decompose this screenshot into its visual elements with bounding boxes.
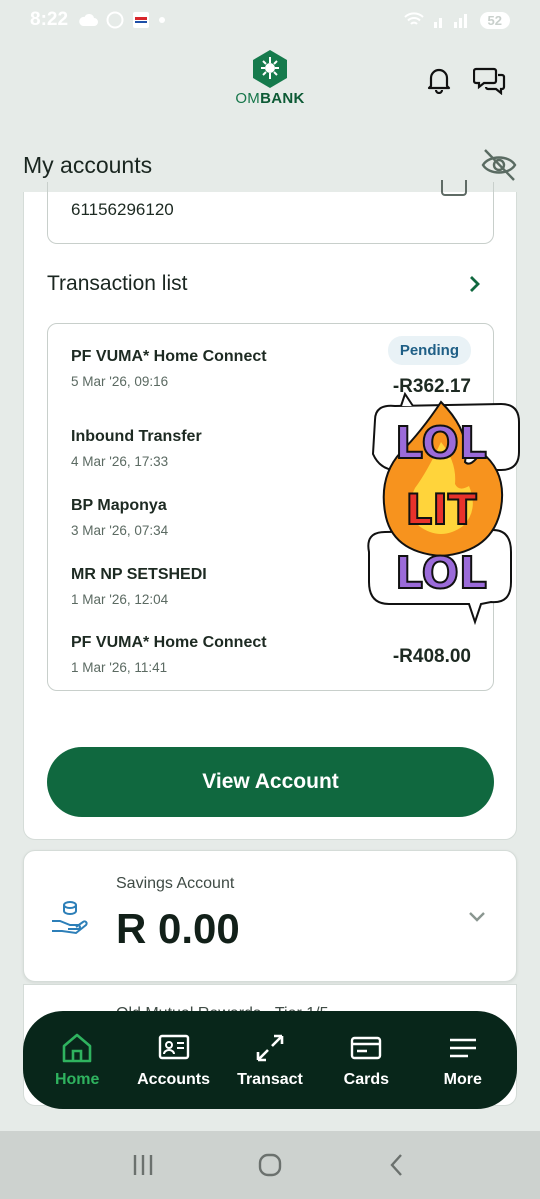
cloud-icon <box>79 13 99 26</box>
chat-icon <box>473 67 506 95</box>
eye-off-icon <box>481 149 517 181</box>
nav-accounts[interactable]: Accounts <box>128 1031 220 1089</box>
home-icon <box>62 1033 92 1063</box>
transaction-row[interactable]: PF VUMA* Home Connect 5 Mar '26, 09:16 P… <box>71 336 471 397</box>
sticker-text-middle: LIT <box>405 485 476 534</box>
nav-cards[interactable]: Cards <box>320 1031 412 1089</box>
brand-suffix: BANK <box>260 90 305 107</box>
sticker-text-bottom: LOL <box>395 548 487 599</box>
battery-indicator: 52 <box>479 11 510 29</box>
nav-accounts-label: Accounts <box>137 1071 211 1088</box>
savings-label: Savings Account <box>116 875 235 892</box>
brand-prefix: OM <box>235 90 261 107</box>
recent-apps-icon[interactable] <box>128 1150 158 1180</box>
app-notification-icon <box>133 12 150 28</box>
sticker-text-top: LOL <box>395 418 487 469</box>
nav-home[interactable]: Home <box>31 1031 123 1089</box>
nav-more-label: More <box>443 1071 482 1088</box>
status-time: 8:22 <box>30 9 69 30</box>
hide-balances-button[interactable] <box>480 146 518 184</box>
system-navigation-bar <box>0 1131 540 1199</box>
brand-name: OMBANK <box>234 90 306 107</box>
notifications-button[interactable] <box>421 62 457 98</box>
status-bar: 8:22 52 <box>0 0 540 40</box>
bottom-navigation: Home Accounts Transact Cards More <box>23 1011 517 1109</box>
nav-more[interactable]: More <box>417 1031 509 1089</box>
menu-icon <box>449 1038 476 1058</box>
dot-icon <box>159 17 166 23</box>
accounts-icon <box>158 1034 189 1060</box>
account-number-box: 61156296120 <box>47 180 494 244</box>
nav-home-label: Home <box>54 1071 100 1088</box>
nav-transact-label: Transact <box>237 1071 303 1088</box>
current-account-card: 61156296120 Transaction list PF VUMA* Ho… <box>23 180 520 840</box>
home-button-icon[interactable] <box>255 1150 285 1180</box>
transaction-list-heading: Transaction list <box>47 272 188 295</box>
savings-account-card[interactable]: Savings Account R 0.00 <box>23 850 517 982</box>
notification-icons <box>78 11 166 29</box>
view-account-button[interactable]: View Account <box>47 747 494 817</box>
lol-lit-sticker: LOL LIT LOL <box>367 392 520 626</box>
savings-hand-icon <box>52 901 88 935</box>
pending-badge: Pending <box>387 336 471 365</box>
wifi-icon <box>403 12 424 25</box>
logo-emblem-icon <box>253 50 287 88</box>
signal-icon <box>433 14 467 28</box>
savings-balance: R 0.00 <box>116 905 240 952</box>
app-header: OMBANK <box>0 40 540 140</box>
transaction-list-link[interactable] <box>462 272 486 296</box>
transact-icon <box>256 1034 284 1062</box>
cards-icon <box>351 1036 382 1060</box>
whatsapp-icon <box>106 11 124 29</box>
chevron-right-icon <box>470 276 480 292</box>
bell-icon <box>427 68 451 94</box>
page-title: My accounts <box>23 152 153 178</box>
transaction-amount: -R408.00 <box>392 646 471 667</box>
chevron-down-icon[interactable] <box>466 905 488 927</box>
ombank-logo: OMBANK <box>234 48 306 107</box>
transaction-row[interactable]: PF VUMA* Home Connect 1 Mar '26, 11:41 -… <box>71 634 471 675</box>
account-number: 61156296120 <box>71 200 174 219</box>
back-icon[interactable] <box>382 1150 412 1180</box>
copy-icon[interactable] <box>441 180 467 196</box>
nav-cards-label: Cards <box>343 1071 390 1088</box>
messages-button[interactable] <box>472 62 508 98</box>
nav-transact[interactable]: Transact <box>224 1031 316 1089</box>
